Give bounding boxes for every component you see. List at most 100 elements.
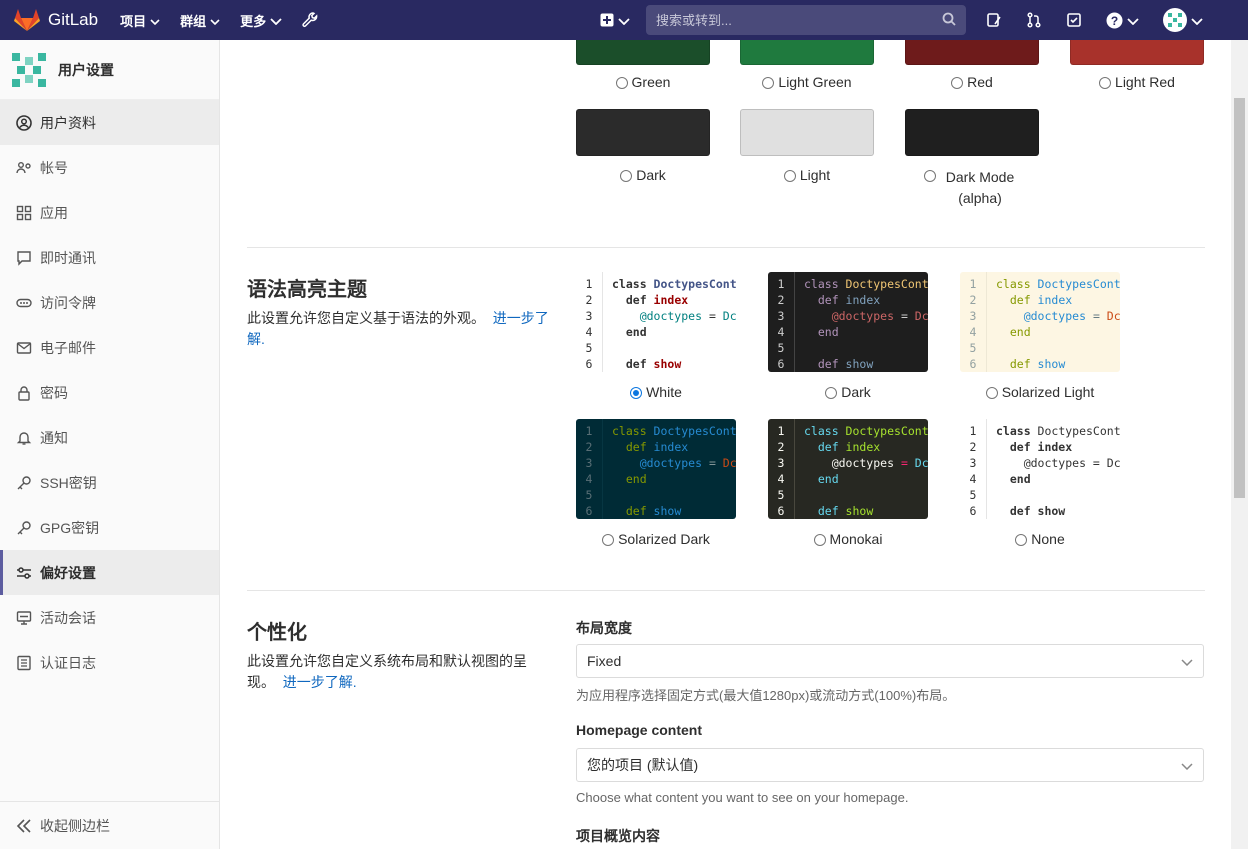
sidebar-item-preferences[interactable]: 偏好设置 xyxy=(0,550,219,595)
radio-button[interactable] xyxy=(951,77,964,89)
radio-button[interactable] xyxy=(813,534,826,546)
theme-swatch-light[interactable] xyxy=(740,109,874,156)
sidebar-item-password[interactable]: 密码 xyxy=(0,370,219,415)
sidebar-item-gpg-keys[interactable]: GPG密钥 xyxy=(0,505,219,550)
radio-button-selected[interactable] xyxy=(630,387,643,399)
menu-groups[interactable]: 群组 xyxy=(180,11,220,30)
syntax-option-white[interactable]: White xyxy=(576,384,736,400)
project-overview-label: 项目概览内容 xyxy=(576,828,660,844)
radio-button[interactable] xyxy=(602,534,615,546)
theme-option-dark[interactable]: Dark xyxy=(576,167,710,183)
new-item-plus-icon[interactable] xyxy=(600,13,630,28)
menu-projects[interactable]: 项目 xyxy=(120,11,160,30)
theme-option-light-red[interactable]: Light Red xyxy=(1070,74,1204,90)
theme-option-dark-mode[interactable]: Dark Mode (alpha) xyxy=(905,167,1039,209)
chevron-down-icon xyxy=(618,13,630,28)
homepage-content-help: Choose what content you want to see on y… xyxy=(576,790,909,805)
admin-wrench-icon[interactable] xyxy=(302,12,318,28)
help-icon[interactable]: ? xyxy=(1106,12,1139,29)
user-avatar[interactable] xyxy=(1163,8,1203,32)
sidebar-item-emails[interactable]: 电子邮件 xyxy=(0,325,219,370)
syntax-preview-solarized-dark[interactable]: 123456 class DoctypesCont def index @doc… xyxy=(576,419,736,519)
sidebar-item-label: 即时通讯 xyxy=(40,249,96,266)
section-divider xyxy=(247,590,1205,591)
sidebar-item-ssh-keys[interactable]: SSH密钥 xyxy=(0,460,219,505)
personalization-section-title: 个性化 xyxy=(247,622,307,644)
theme-option-red[interactable]: Red xyxy=(905,74,1039,90)
syntax-preview-white[interactable]: 123456 class DoctypesCont def index @doc… xyxy=(576,272,736,372)
theme-swatch-red[interactable] xyxy=(905,40,1039,65)
sidebar-header[interactable]: 用户设置 xyxy=(0,40,219,100)
scrollbar-thumb[interactable] xyxy=(1234,98,1245,498)
theme-label: Dark xyxy=(636,167,666,183)
personalization-learn-more-link[interactable]: 进一步了解. xyxy=(283,674,357,690)
radio-button[interactable] xyxy=(924,170,936,182)
syntax-option-none[interactable]: None xyxy=(960,531,1120,547)
homepage-content-label: Homepage content xyxy=(576,722,703,738)
gitlab-logo[interactable]: GitLab xyxy=(14,8,98,32)
theme-swatch-light-red[interactable] xyxy=(1070,40,1204,65)
radio-button[interactable] xyxy=(1099,77,1112,89)
chevron-down-icon xyxy=(1181,757,1193,773)
sidebar-item-authentication-log[interactable]: 认证日志 xyxy=(0,640,219,685)
top-navbar: GitLab 项目 群组 更多 ? xyxy=(0,0,1248,40)
theme-label: Dark Mode (alpha) xyxy=(945,169,1015,206)
syntax-desc-text: 此设置允许您自定义基于语法的外观。 xyxy=(247,310,485,326)
collapse-sidebar-button[interactable]: 收起侧边栏 xyxy=(0,801,219,849)
radio-button[interactable] xyxy=(825,387,838,399)
mail-icon xyxy=(16,340,32,356)
menu-more[interactable]: 更多 xyxy=(240,11,282,30)
syntax-preview-none[interactable]: 123456 class DoctypesCont def index @doc… xyxy=(960,419,1120,519)
theme-option-light[interactable]: Light xyxy=(740,167,874,183)
sidebar-item-access-tokens[interactable]: 访问令牌 xyxy=(0,280,219,325)
theme-swatch-dark[interactable] xyxy=(576,109,710,156)
syntax-preview-solarized-light[interactable]: 123456 class DoctypesCont def index @doc… xyxy=(960,272,1120,372)
chevron-down-icon xyxy=(1181,653,1193,669)
syntax-preview-monokai[interactable]: 123456 class DoctypesCont def index @doc… xyxy=(768,419,928,519)
theme-swatch-light-green[interactable] xyxy=(740,40,874,65)
sidebar-item-label: 偏好设置 xyxy=(40,564,96,581)
sidebar-item-account[interactable]: 帐号 xyxy=(0,145,219,190)
sidebar-item-applications[interactable]: 应用 xyxy=(0,190,219,235)
theme-label: Light Red xyxy=(1115,74,1175,90)
radio-button[interactable] xyxy=(762,77,775,89)
syntax-option-solarized-light[interactable]: Solarized Light xyxy=(960,384,1120,400)
radio-button[interactable] xyxy=(783,170,796,182)
syntax-option-dark[interactable]: Dark xyxy=(768,384,928,400)
theme-label: Green xyxy=(631,74,671,90)
syntax-option-solarized-dark[interactable]: Solarized Dark xyxy=(576,531,736,547)
lock-icon xyxy=(16,385,32,401)
issues-icon[interactable] xyxy=(986,12,1002,28)
comment-icon xyxy=(16,250,32,266)
theme-option-green[interactable]: Green xyxy=(576,74,710,90)
syntax-theme-label: None xyxy=(1031,531,1065,547)
chevron-down-icon xyxy=(150,13,160,28)
page-scrollbar[interactable] xyxy=(1231,40,1248,849)
syntax-theme-label: Solarized Dark xyxy=(618,531,710,547)
bell-icon xyxy=(16,430,32,446)
merge-requests-icon[interactable] xyxy=(1026,12,1042,28)
homepage-content-select[interactable]: 您的项目 (默认值) xyxy=(576,748,1204,782)
radio-button[interactable] xyxy=(620,170,633,182)
sidebar-item-chat[interactable]: 即时通讯 xyxy=(0,235,219,280)
sidebar-item-notifications[interactable]: 通知 xyxy=(0,415,219,460)
search-box[interactable] xyxy=(646,5,966,35)
layout-width-select[interactable]: Fixed xyxy=(576,644,1204,678)
syntax-theme-label: Solarized Light xyxy=(1001,384,1095,400)
theme-option-light-green[interactable]: Light Green xyxy=(740,74,874,90)
sidebar-item-active-sessions[interactable]: 活动会话 xyxy=(0,595,219,640)
sidebar-item-profile[interactable]: 用户资料 xyxy=(0,100,219,145)
syntax-preview-dark[interactable]: 123456 class DoctypesCont def index @doc… xyxy=(768,272,928,372)
theme-swatch-dark-mode[interactable] xyxy=(905,109,1039,156)
search-input[interactable] xyxy=(656,12,916,28)
theme-swatch-green[interactable] xyxy=(576,40,710,65)
radio-button[interactable] xyxy=(985,387,998,399)
menu-groups-label: 群组 xyxy=(180,13,207,29)
radio-button[interactable] xyxy=(1015,534,1028,546)
search-icon[interactable] xyxy=(942,12,956,29)
radio-button[interactable] xyxy=(615,77,628,89)
chevron-down-icon xyxy=(210,13,220,28)
syntax-option-monokai[interactable]: Monokai xyxy=(768,531,928,547)
theme-label: Red xyxy=(967,74,993,90)
todos-icon[interactable] xyxy=(1066,12,1082,28)
